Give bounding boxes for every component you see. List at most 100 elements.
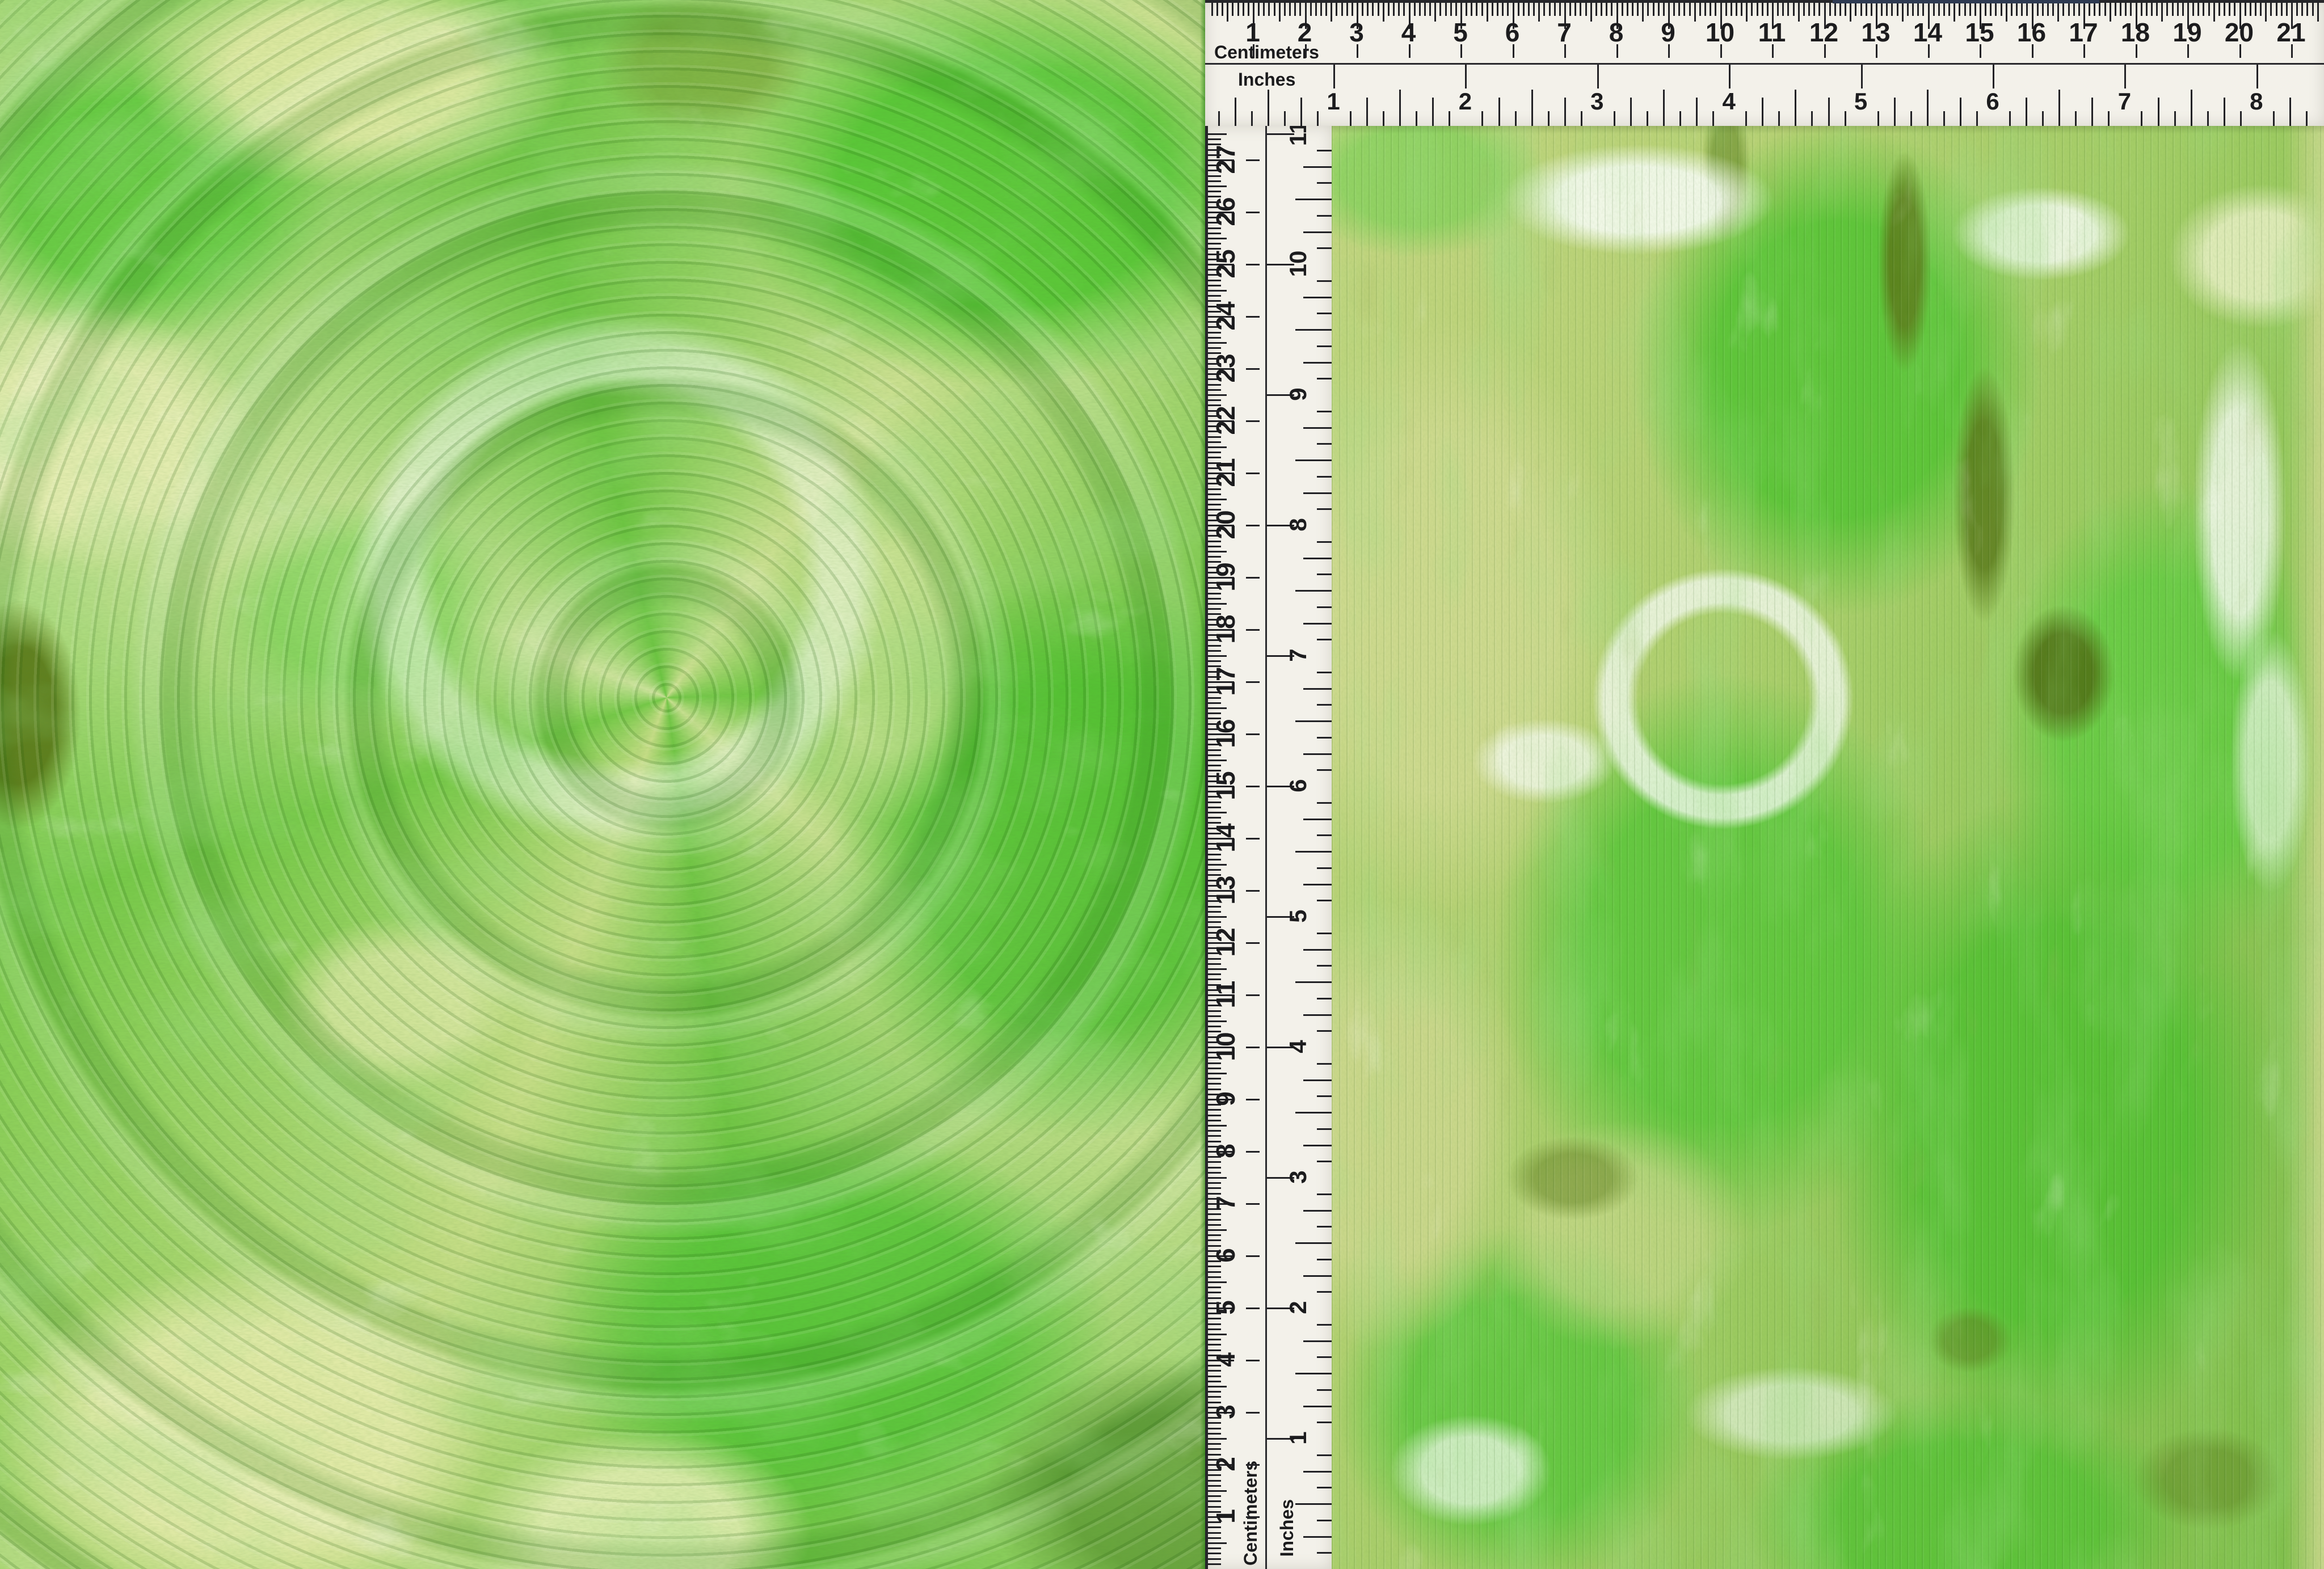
half-cm-tick (1208, 1281, 1227, 1283)
mm-tick (1757, 3, 1758, 16)
mm-tick (1208, 613, 1221, 615)
mm-tick (1208, 859, 1221, 861)
mm-tick (1208, 807, 1221, 808)
mm-tick (1866, 3, 1867, 16)
cm-subtick (1668, 44, 1670, 58)
mm-tick (2286, 3, 2288, 16)
inch-fraction-tick (2174, 111, 2176, 126)
cm-subtick (1772, 44, 1774, 58)
inch-fraction-tick (1432, 98, 1434, 126)
cm-subtick (1305, 44, 1307, 58)
inch-fraction-tick (1317, 965, 1332, 967)
inch-number: 7 (2118, 90, 2131, 113)
inch-fraction-tick (1303, 231, 1332, 233)
inch-fraction-tick (2108, 111, 2110, 126)
mm-tick (1208, 1141, 1221, 1142)
mm-tick (2062, 3, 2064, 16)
mm-tick (2047, 3, 2049, 16)
inch-fraction-tick (1943, 111, 1945, 126)
inch-fraction-tick (1795, 90, 1796, 126)
mm-tick (2120, 3, 2121, 16)
mm-tick (1208, 452, 1221, 453)
cm-number: 20 (2225, 19, 2254, 45)
inch-fraction-tick (2091, 98, 2093, 126)
cm-subtick (1246, 368, 1260, 370)
mm-tick (1208, 937, 1221, 939)
mm-tick (1886, 3, 1888, 16)
inch-fraction-tick (1295, 199, 1332, 200)
mm-tick (1208, 546, 1221, 547)
mm-tick (1208, 1355, 1221, 1356)
cm-subtick (1876, 44, 1877, 58)
half-cm-tick (1208, 551, 1227, 552)
mm-tick (1208, 1506, 1221, 1508)
inch-fraction-tick (1449, 111, 1450, 126)
half-cm-tick (1208, 1073, 1227, 1074)
cm-subtick (2032, 44, 2034, 58)
mm-tick (1208, 352, 1221, 354)
vertical-ruler-scale: 1234567891011121314151617181920212223242… (1205, 126, 1332, 1569)
inch-fraction-tick (1317, 378, 1332, 379)
mm-tick (1208, 248, 1221, 250)
mm-tick (2104, 3, 2106, 16)
inch-number: 9 (1285, 381, 1312, 408)
half-cm-tick (1850, 3, 1851, 22)
mm-tick (1699, 3, 1701, 16)
mm-tick (1208, 728, 1221, 730)
mm-tick (1274, 3, 1275, 16)
inch-fraction-tick (1317, 1520, 1332, 1521)
mm-tick (1492, 3, 1493, 16)
inch-number: 8 (1285, 511, 1312, 538)
inch-fraction-tick (1317, 313, 1332, 314)
mm-tick (1208, 1537, 1221, 1539)
inch-fraction-tick (1531, 90, 1533, 126)
cm-subtick (1246, 733, 1260, 735)
half-cm-tick (1279, 3, 1281, 22)
inch-fraction-tick (1303, 1079, 1332, 1081)
inch-fraction-tick (1303, 558, 1332, 559)
mm-tick (1767, 3, 1769, 16)
inch-fraction-tick (1317, 867, 1332, 869)
mm-tick (1632, 3, 1633, 16)
mm-tick (1208, 775, 1221, 777)
inch-number: 10 (1285, 250, 1312, 277)
inch-tick (1597, 65, 1599, 88)
swirled-fabric-photo (0, 0, 1205, 1569)
inch-fraction-tick (1317, 411, 1332, 412)
inch-fraction-tick (1366, 98, 1368, 126)
cm-number: 10 (1706, 19, 1734, 45)
mm-tick (1208, 754, 1221, 756)
mm-tick (1320, 3, 1322, 16)
mm-tick (2052, 3, 2054, 16)
half-cm-tick (1694, 3, 1696, 22)
mm-tick (1533, 3, 1535, 16)
mm-tick (1208, 306, 1221, 307)
cm-subtick (1246, 420, 1260, 422)
mm-tick (1372, 3, 1374, 16)
mm-tick (1393, 3, 1395, 16)
inch-fraction-tick (1317, 1422, 1332, 1423)
mm-tick (1208, 1234, 1221, 1236)
inch-tick (1993, 65, 1994, 88)
mm-tick (1208, 598, 1221, 600)
half-cm-tick (2317, 3, 2319, 22)
mm-tick (1990, 3, 1992, 16)
inch-fraction-tick (1295, 1503, 1332, 1505)
mm-tick (1208, 462, 1221, 464)
mm-tick (1208, 660, 1221, 662)
mm-tick (1310, 3, 1312, 16)
mm-tick (1208, 593, 1221, 594)
inch-fraction-tick (1548, 111, 1550, 126)
cm-subtick (1246, 838, 1260, 840)
half-cm-tick (2057, 3, 2059, 22)
mm-tick (1829, 3, 1831, 16)
cm-subtick (1246, 1047, 1260, 1048)
mm-tick (1208, 978, 1221, 980)
mm-tick (1715, 3, 1716, 16)
mm-tick (1208, 869, 1221, 871)
cm-subtick (1980, 44, 1981, 58)
mm-tick (1208, 906, 1221, 908)
mm-tick (1818, 3, 1820, 16)
mm-tick (1208, 1302, 1221, 1304)
mm-tick (1523, 3, 1525, 16)
